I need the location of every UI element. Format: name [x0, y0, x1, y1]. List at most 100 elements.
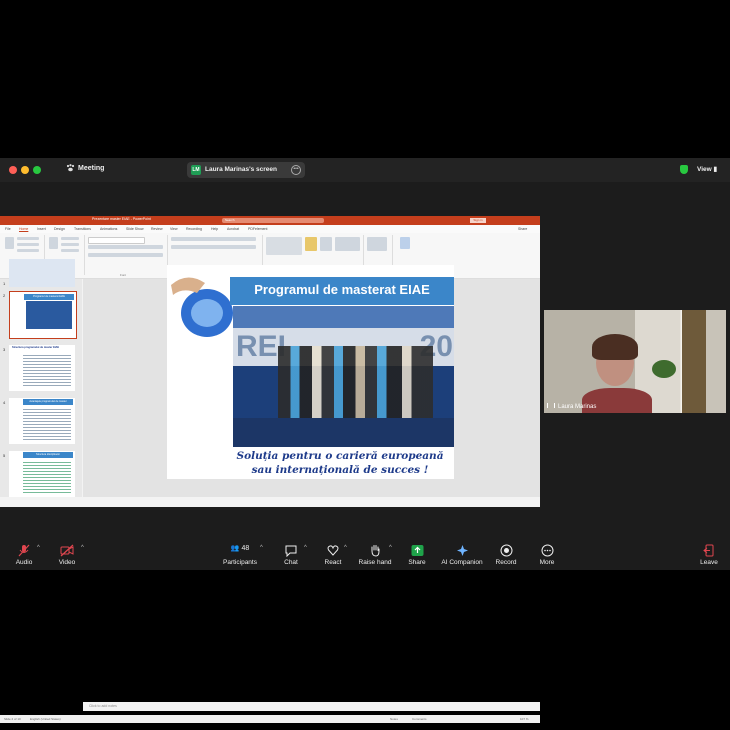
- quick-styles-icon[interactable]: [320, 237, 332, 251]
- menu-help[interactable]: Help: [211, 227, 218, 231]
- create-pdf-icon[interactable]: [400, 237, 410, 249]
- globe-hand-graphic: [171, 277, 233, 337]
- view-label: View: [697, 166, 712, 173]
- status-notes-button[interactable]: Notes: [390, 717, 398, 721]
- thumb-title: Programul de masterat EIAE: [24, 294, 74, 300]
- font-formatting-icons[interactable]: [88, 245, 163, 249]
- arrange-icon[interactable]: [305, 237, 317, 251]
- react-options-chevron-icon[interactable]: ^: [344, 545, 347, 551]
- minimize-window-button[interactable]: [21, 166, 29, 174]
- more-options-icon[interactable]: •••: [291, 165, 301, 175]
- graduation-photo: REI 20: [233, 306, 454, 447]
- zoom-window-button[interactable]: [33, 166, 41, 174]
- new-slide-icon[interactable]: [49, 237, 58, 249]
- share-button[interactable]: Share: [405, 544, 429, 566]
- screen-share-label: Laura Marinas's screen: [205, 166, 277, 173]
- menu-pdfelement[interactable]: PDFelement: [248, 227, 267, 231]
- notes-pane[interactable]: Click to add notes: [83, 702, 540, 711]
- slide-thumbnail-5[interactable]: Structura disciplinelor: [9, 451, 75, 497]
- ppt-window-title: Prezentare master EIAE - PowerPoint: [92, 217, 151, 221]
- view-button[interactable]: View ▮: [697, 165, 717, 173]
- slide-title: Programul de masterat EIAE: [254, 282, 430, 297]
- participants-options-chevron-icon[interactable]: ^: [260, 545, 263, 551]
- microphone-muted-icon: [18, 544, 30, 557]
- format-painter-icon[interactable]: [17, 249, 39, 252]
- share-label: Share: [408, 559, 426, 566]
- chat-options-chevron-icon[interactable]: ^: [304, 545, 307, 551]
- chat-button[interactable]: Chat: [280, 544, 302, 566]
- slide-thumbnail-4[interactable]: Avantajele programului de master: [9, 398, 75, 444]
- copy-icon[interactable]: [17, 243, 39, 246]
- menu-animations[interactable]: Animations: [100, 227, 117, 231]
- presenter-avatar: LM: [191, 165, 201, 175]
- audio-options-chevron-icon[interactable]: ^: [37, 545, 40, 551]
- ppt-search-box[interactable]: Search: [222, 218, 324, 223]
- alignment-icons[interactable]: [171, 245, 256, 249]
- screen-share-indicator[interactable]: LM Laura Marinas's screen •••: [187, 162, 305, 178]
- ai-companion-button[interactable]: AI Companion: [440, 544, 484, 566]
- layout-icon[interactable]: [61, 237, 79, 240]
- thumb-photo: [26, 301, 72, 329]
- security-shield-icon[interactable]: [680, 165, 688, 174]
- window-frame: [682, 310, 706, 413]
- shape-fill-icons[interactable]: [335, 237, 360, 251]
- status-language: English (United States): [30, 717, 61, 721]
- ppt-menu-bar: File Home Insert Design Transitions Anim…: [0, 225, 540, 233]
- section-icon[interactable]: [61, 249, 79, 252]
- status-comments-button[interactable]: Comments: [412, 717, 427, 721]
- font-name-select[interactable]: [88, 237, 145, 244]
- slide-thumbnails-pane: 1 2 Programul de masterat EIAE 3 Structu…: [0, 259, 82, 497]
- more-button[interactable]: More: [536, 544, 558, 566]
- menu-design[interactable]: Design: [54, 227, 65, 231]
- close-window-button[interactable]: [9, 166, 17, 174]
- title-bar: Meeting LM Laura Marinas's screen ••• Vi…: [0, 158, 730, 182]
- bullets-icons[interactable]: [171, 237, 256, 241]
- cut-icon[interactable]: [17, 237, 39, 240]
- raise-hand-button[interactable]: Raise hand: [358, 544, 392, 566]
- video-options-chevron-icon[interactable]: ^: [81, 545, 84, 551]
- menu-home[interactable]: Home: [19, 227, 28, 231]
- status-zoom-level[interactable]: 107 %: [520, 717, 529, 721]
- thumb-text-lines: [23, 353, 71, 387]
- raise-hand-options-chevron-icon[interactable]: ^: [389, 545, 392, 551]
- meeting-title: Meeting: [78, 164, 105, 172]
- menu-acrobat[interactable]: Acrobat: [227, 227, 239, 231]
- slide-thumbnail-3[interactable]: Structura programului de master EIAE: [9, 345, 75, 391]
- participant-hair: [592, 334, 638, 360]
- audio-button[interactable]: Audio: [12, 544, 36, 566]
- chat-label: Chat: [284, 559, 298, 566]
- menu-insert[interactable]: Insert: [37, 227, 46, 231]
- leave-button[interactable]: Leave: [698, 544, 720, 566]
- menu-recording[interactable]: Recording: [186, 227, 202, 231]
- react-button[interactable]: React: [322, 544, 344, 566]
- paw-icon: [66, 164, 75, 172]
- slide-subtitle-line-1: Soluția pentru o carieră europeană: [236, 450, 444, 462]
- participant-video-tile[interactable]: [544, 310, 726, 413]
- menu-file[interactable]: File: [5, 227, 11, 231]
- raise-hand-label: Raise hand: [358, 559, 392, 566]
- find-replace-icons[interactable]: [367, 237, 387, 251]
- menu-view[interactable]: View: [170, 227, 178, 231]
- notes-placeholder: Click to add notes: [89, 704, 117, 708]
- ppt-title-bar: Prezentare master EIAE - PowerPoint Sear…: [0, 216, 540, 225]
- paste-icon[interactable]: [5, 237, 14, 249]
- participants-button[interactable]: 👥 48 Participants: [222, 544, 258, 566]
- slide-subtitle-line-2: sau internațională de succes !: [251, 464, 429, 476]
- raise-hand-icon: [371, 545, 380, 557]
- participant-name-label: Laura Marinas: [547, 403, 596, 410]
- menu-transitions[interactable]: Transitions: [74, 227, 91, 231]
- ppt-sign-in-button[interactable]: Sign in: [470, 218, 486, 223]
- shapes-gallery[interactable]: [266, 237, 302, 255]
- font-color-icons[interactable]: [88, 253, 163, 257]
- ppt-share-button[interactable]: Share: [518, 227, 527, 231]
- video-button[interactable]: Video: [55, 544, 79, 566]
- menu-review[interactable]: Review: [151, 227, 162, 231]
- react-label: React: [324, 559, 342, 566]
- menu-slide-show[interactable]: Slide Show: [126, 227, 144, 231]
- slide-thumbnail-2[interactable]: Programul de masterat EIAE: [9, 291, 77, 339]
- ribbon-group-font: Font: [120, 273, 127, 277]
- participants-label: Participants: [223, 559, 257, 566]
- reset-icon[interactable]: [61, 243, 79, 246]
- record-button[interactable]: Record: [494, 544, 518, 566]
- slide-thumbnail-1[interactable]: [9, 259, 75, 287]
